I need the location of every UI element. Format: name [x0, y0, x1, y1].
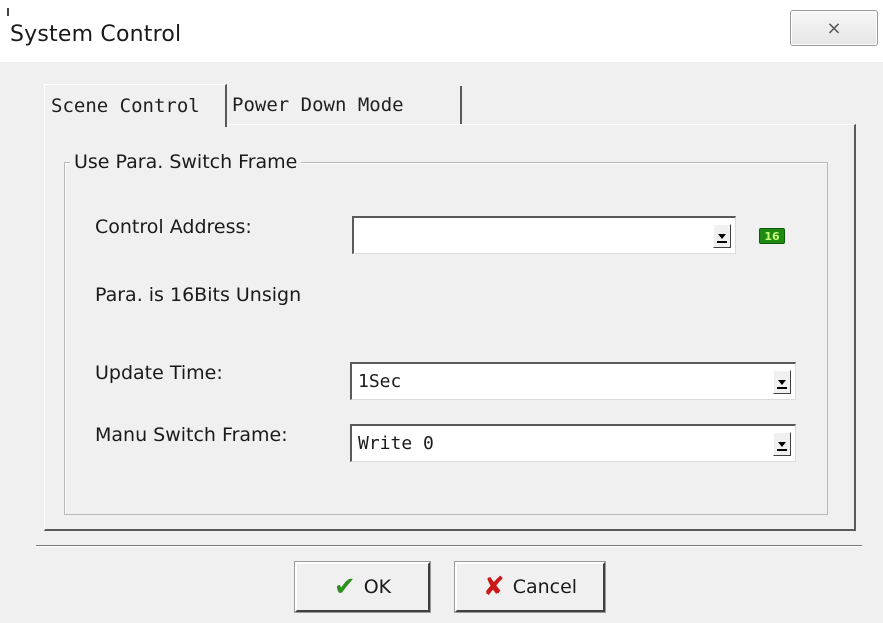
tab-label: Scene Control: [51, 95, 200, 117]
group-box: [64, 162, 828, 515]
tab-scene-control[interactable]: Scene Control: [44, 84, 227, 127]
chevron-down-icon[interactable]: [773, 370, 791, 394]
manu-switch-frame-combo[interactable]: Write 0: [350, 424, 796, 462]
title-mark: [7, 8, 9, 16]
control-address-label: Control Address:: [95, 216, 252, 238]
ok-label: OK: [363, 576, 392, 598]
chevron-down-icon[interactable]: [773, 432, 791, 456]
tab-power-down-mode[interactable]: Power Down Mode: [226, 86, 462, 124]
close-button[interactable]: ⨯: [790, 10, 878, 46]
update-time-combo[interactable]: 1Sec: [350, 362, 796, 400]
close-icon: ✘: [482, 572, 505, 602]
manu-switch-frame-label: Manu Switch Frame:: [95, 424, 288, 446]
title-bar: System Control ⨯: [0, 0, 883, 62]
window-title: System Control: [10, 22, 182, 47]
para-note: Para. is 16Bits Unsign: [95, 284, 302, 306]
close-icon: ⨯: [826, 17, 842, 39]
control-address-combo[interactable]: [352, 216, 736, 254]
system-control-dialog: System Control ⨯ Scene Control Power Dow…: [0, 0, 883, 623]
bit-width-badge: 16: [759, 228, 785, 244]
tab-label: Power Down Mode: [232, 94, 404, 116]
manu-switch-frame-value: Write 0: [358, 433, 434, 454]
group-title: Use Para. Switch Frame: [70, 150, 302, 174]
update-time-label: Update Time:: [95, 362, 223, 384]
cancel-button[interactable]: ✘ Cancel: [454, 561, 606, 613]
footer-divider-highlight: [36, 546, 862, 547]
check-icon: ✔: [333, 572, 356, 602]
chevron-down-icon[interactable]: [713, 224, 731, 248]
update-time-value: 1Sec: [358, 371, 402, 392]
cancel-label: Cancel: [512, 576, 578, 598]
ok-button[interactable]: ✔ OK: [294, 561, 431, 613]
